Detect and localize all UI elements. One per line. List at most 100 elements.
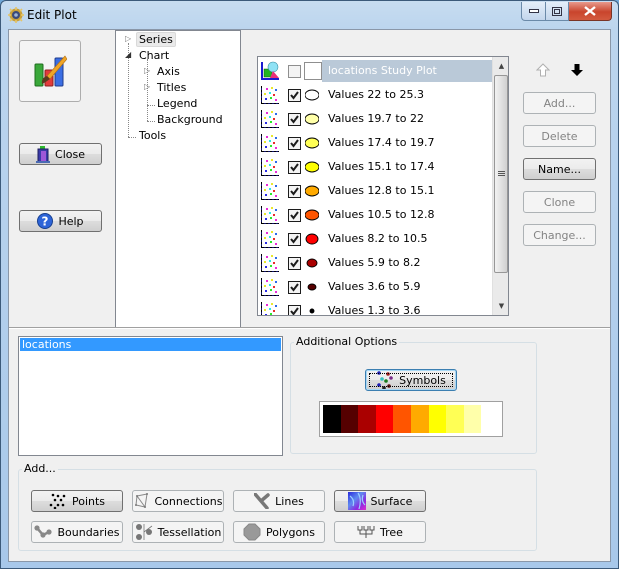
series-scrollbar[interactable]: ▲ ▼ xyxy=(492,57,508,315)
help-button-label: Help xyxy=(58,214,84,228)
series-symbol-swatch xyxy=(305,161,319,173)
checkmark-icon xyxy=(290,259,299,268)
minimize-button[interactable] xyxy=(521,2,546,21)
series-row[interactable]: Values 10.5 to 12.8 xyxy=(258,203,492,227)
palette-color-swatch xyxy=(375,405,394,433)
series-visible-checkbox[interactable] xyxy=(288,281,301,294)
series-row[interactable]: Values 22 to 25.3 xyxy=(258,83,492,107)
additional-options-group xyxy=(290,342,537,454)
scroll-up-arrow-icon[interactable]: ▲ xyxy=(493,57,508,74)
close-window-button[interactable] xyxy=(569,2,612,21)
checkmark-icon xyxy=(290,115,299,124)
series-row[interactable]: Values 1.3 to 3.6 xyxy=(258,299,492,315)
move-up-arrow-icon[interactable] xyxy=(536,63,550,77)
add-polygons-button[interactable]: Polygons xyxy=(233,521,325,543)
scrollbar-thumb[interactable] xyxy=(494,75,508,273)
series-row[interactable]: Values 8.2 to 10.5 xyxy=(258,227,492,251)
close-button[interactable]: Close xyxy=(19,143,102,165)
layer-item-locations[interactable]: locations xyxy=(20,338,281,351)
series-header-checkbox[interactable] xyxy=(288,65,301,78)
series-row[interactable]: Values 3.6 to 5.9 xyxy=(258,275,492,299)
tree-item-series[interactable]: Series xyxy=(136,32,176,47)
series-row[interactable]: Values 15.1 to 17.4 xyxy=(258,155,492,179)
add-lines-button[interactable]: Lines xyxy=(233,490,325,512)
scatter-plot-icon xyxy=(261,230,279,248)
add-surface-button[interactable]: Surface xyxy=(334,490,426,512)
series-label: Values 12.8 to 15.1 xyxy=(328,184,435,197)
add-tree-button[interactable]: Tree xyxy=(334,521,426,543)
palette-color-swatch xyxy=(393,405,411,433)
series-visible-checkbox[interactable] xyxy=(288,161,301,174)
series-row[interactable]: Values 19.7 to 22 xyxy=(258,107,492,131)
add-layer-title: Add... xyxy=(22,462,58,475)
collapse-arrow-icon[interactable]: ◢ xyxy=(125,50,131,59)
series-visible-checkbox[interactable] xyxy=(288,305,301,315)
series-symbol-swatch xyxy=(305,209,319,221)
maximize-button[interactable] xyxy=(546,2,569,21)
plot-icon-button[interactable] xyxy=(19,40,81,102)
color-palette-bar[interactable] xyxy=(319,401,503,437)
tree-item-tools[interactable]: Tools xyxy=(139,129,166,142)
scatter-plot-icon xyxy=(261,254,279,272)
series-row[interactable]: Values 12.8 to 15.1 xyxy=(258,179,492,203)
polygons-icon xyxy=(243,523,261,541)
series-symbol-swatch xyxy=(305,137,319,149)
series-visible-checkbox[interactable] xyxy=(288,89,301,102)
clone-series-button[interactable]: Clone xyxy=(523,191,596,213)
series-header-row[interactable]: locations Study Plot xyxy=(258,59,492,83)
add-tessellation-button[interactable]: Tessellation xyxy=(132,521,224,543)
change-series-button[interactable]: Change... xyxy=(523,224,596,246)
move-down-arrow-icon[interactable] xyxy=(570,63,584,77)
help-button[interactable]: ? Help xyxy=(19,210,102,232)
tree-item-legend[interactable]: Legend xyxy=(157,97,197,110)
series-visible-checkbox[interactable] xyxy=(288,257,301,270)
checkmark-icon xyxy=(290,211,299,220)
series-visible-checkbox[interactable] xyxy=(288,113,301,126)
horizontal-separator xyxy=(9,327,610,329)
tree-item-axis[interactable]: Axis xyxy=(157,65,180,78)
scatter-plot-icon xyxy=(261,110,279,128)
delete-series-label: Delete xyxy=(541,129,578,143)
expand-arrow-icon[interactable]: ▷ xyxy=(125,34,131,43)
clone-series-label: Clone xyxy=(543,195,576,209)
checkmark-icon xyxy=(290,235,299,244)
tree-item-chart[interactable]: Chart xyxy=(139,49,169,62)
checkmark-icon xyxy=(290,163,299,172)
series-visible-checkbox[interactable] xyxy=(288,137,301,150)
series-symbol-swatch xyxy=(305,185,319,197)
expand-arrow-icon[interactable]: ▷ xyxy=(144,82,150,91)
shapes-plot-icon xyxy=(261,61,279,80)
series-visible-checkbox[interactable] xyxy=(288,209,301,222)
add-connections-button[interactable]: Connections xyxy=(132,490,224,512)
title-bar[interactable]: Edit Plot xyxy=(1,1,618,29)
palette-color-swatch xyxy=(481,405,499,433)
series-header-label: locations Study Plot xyxy=(328,64,437,77)
window-title: Edit Plot xyxy=(27,8,77,22)
app-gear-icon xyxy=(8,7,24,23)
layer-list[interactable]: locations xyxy=(18,336,283,456)
add-points-button[interactable]: Points xyxy=(31,490,123,512)
series-row[interactable]: Values 5.9 to 8.2 xyxy=(258,251,492,275)
points-icon xyxy=(49,493,66,509)
series-visible-checkbox[interactable] xyxy=(288,185,301,198)
add-tree-label: Tree xyxy=(380,525,403,539)
name-series-button[interactable]: Name... xyxy=(523,158,596,180)
add-boundaries-button[interactable]: Boundaries xyxy=(31,521,123,543)
tree-item-background[interactable]: Background xyxy=(157,113,223,126)
series-label: Values 5.9 to 8.2 xyxy=(328,256,421,269)
connections-icon xyxy=(134,493,148,508)
help-question-icon: ? xyxy=(37,213,54,229)
add-series-button[interactable]: Add... xyxy=(523,92,596,114)
add-tessellation-label: Tessellation xyxy=(157,525,222,539)
surface-icon xyxy=(347,492,366,510)
symbols-button[interactable]: Symbols xyxy=(365,369,457,391)
series-label: Values 19.7 to 22 xyxy=(328,112,424,125)
expand-arrow-icon[interactable]: ▷ xyxy=(144,66,150,75)
scatter-plot-icon xyxy=(261,158,279,176)
series-row[interactable]: Values 17.4 to 19.7 xyxy=(258,131,492,155)
series-visible-checkbox[interactable] xyxy=(288,233,301,246)
series-list: locations Study Plot Values 22 to 25.3 Va… xyxy=(257,56,509,316)
scroll-down-arrow-icon[interactable]: ▼ xyxy=(493,297,508,314)
tree-item-titles[interactable]: Titles xyxy=(157,81,186,94)
delete-series-button[interactable]: Delete xyxy=(523,125,596,147)
